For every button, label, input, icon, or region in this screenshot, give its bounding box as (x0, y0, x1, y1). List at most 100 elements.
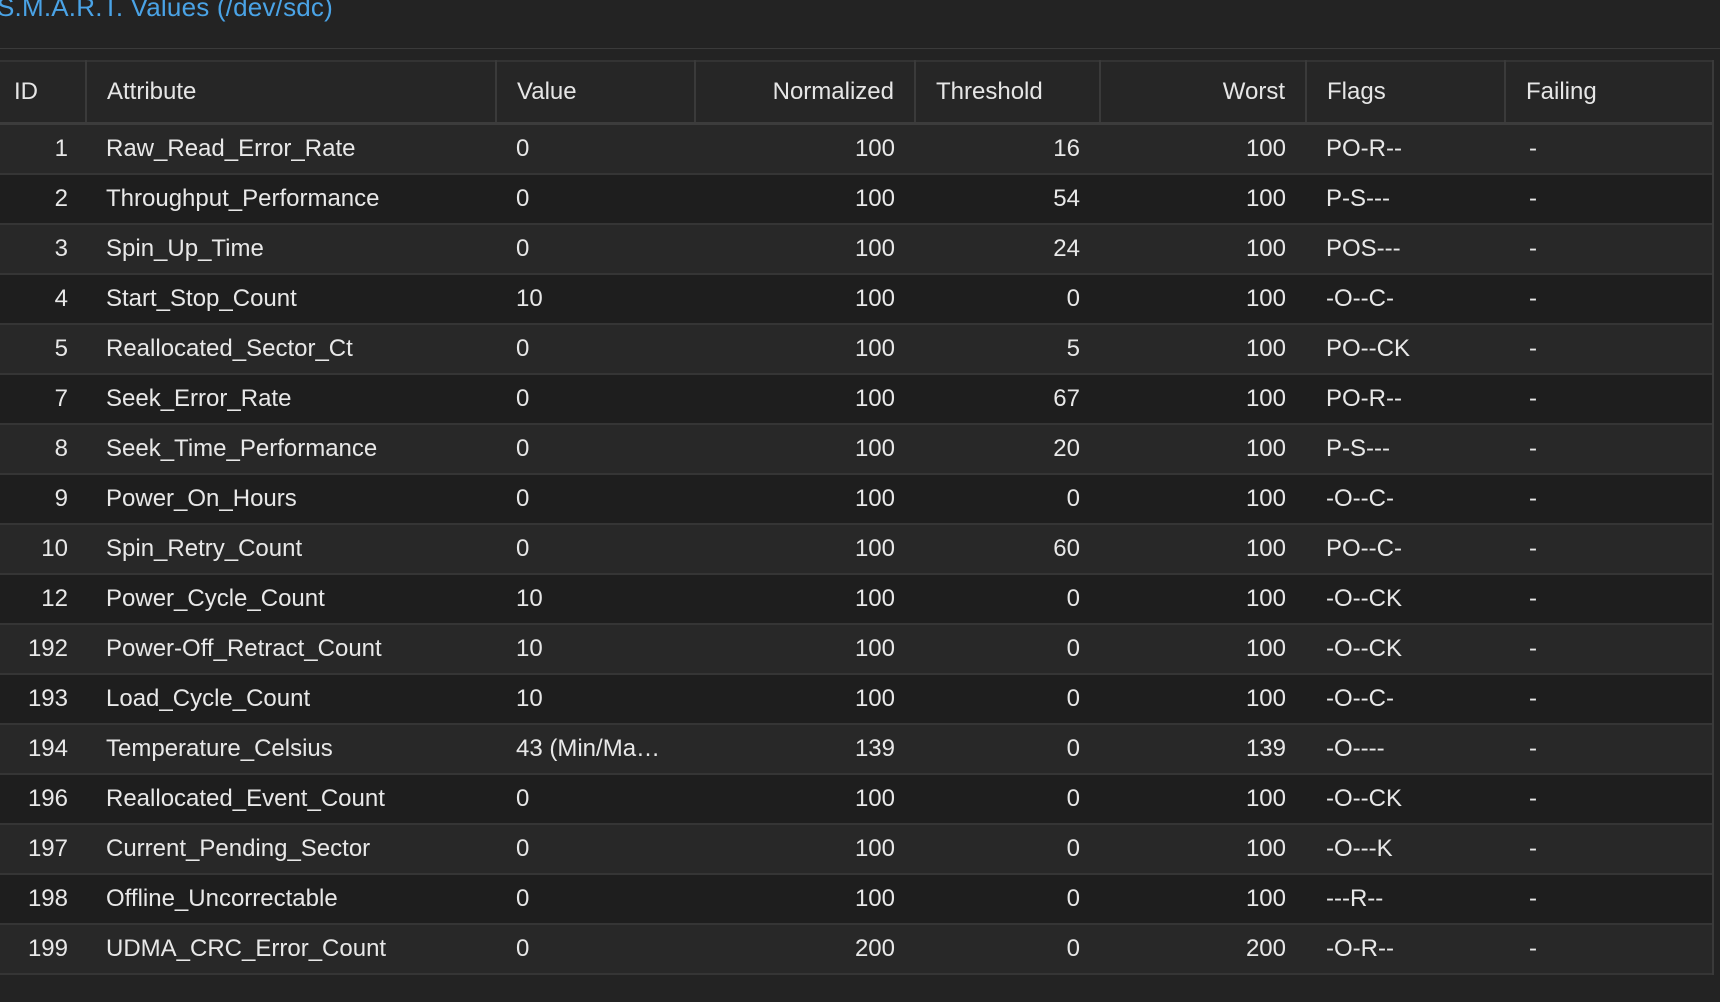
cell-value: 0 (496, 123, 695, 175)
cell-flags: -O--CK (1306, 624, 1505, 675)
cell-failing: - (1505, 574, 1712, 625)
cell-normalized: 100 (695, 474, 915, 525)
cell-normalized: 100 (695, 874, 915, 925)
table-row[interactable]: 193 Load_Cycle_Count 10 100 0 100 -O--C- - (0, 674, 1712, 725)
cell-value: 10 (496, 274, 695, 325)
cell-attribute: Throughput_Performance (86, 174, 496, 225)
table-row[interactable]: 5 Reallocated_Sector_Ct 0 100 5 100 PO--CK - (0, 324, 1712, 375)
cell-worst: 100 (1100, 374, 1306, 425)
cell-attribute: Seek_Time_Performance (86, 424, 496, 475)
cell-flags: -O--C- (1306, 674, 1505, 725)
section-title: S.M.A.R.T. Values (/dev/sdc) (0, 0, 333, 22)
table-header: ID Attribute Value Normalized Threshold … (0, 60, 1712, 125)
column-header-worst[interactable]: Worst (1100, 60, 1307, 125)
cell-value: 0 (496, 774, 695, 825)
cell-attribute: Start_Stop_Count (86, 274, 496, 325)
column-header-value[interactable]: Value (496, 60, 696, 125)
cell-attribute: Reallocated_Event_Count (86, 774, 496, 825)
cell-flags: -O--CK (1306, 774, 1505, 825)
cell-worst: 139 (1100, 724, 1306, 775)
cell-attribute: Power_On_Hours (86, 474, 496, 525)
cell-flags: POS--- (1306, 224, 1505, 275)
cell-id: 199 (0, 924, 86, 975)
cell-flags: PO--C- (1306, 524, 1505, 575)
table-row[interactable]: 10 Spin_Retry_Count 0 100 60 100 PO--C- - (0, 524, 1712, 575)
cell-worst: 200 (1100, 924, 1306, 975)
cell-failing: - (1505, 474, 1712, 525)
cell-flags: -O---- (1306, 724, 1505, 775)
cell-attribute: Load_Cycle_Count (86, 674, 496, 725)
cell-failing: - (1505, 624, 1712, 675)
cell-threshold: 67 (915, 374, 1100, 425)
column-header-flags[interactable]: Flags (1306, 60, 1506, 125)
cell-id: 9 (0, 474, 86, 525)
cell-threshold: 0 (915, 774, 1100, 825)
cell-value: 0 (496, 224, 695, 275)
table-row[interactable]: 194 Temperature_Celsius 43 (Min/Ma… 139 0 139… (0, 724, 1712, 775)
cell-attribute: Seek_Error_Rate (86, 374, 496, 425)
column-header-failing[interactable]: Failing (1505, 60, 1712, 125)
cell-failing: - (1505, 374, 1712, 425)
cell-id: 3 (0, 224, 86, 275)
cell-failing: - (1505, 424, 1712, 475)
table-row[interactable]: 8 Seek_Time_Performance 0 100 20 100 P-S--- - (0, 424, 1712, 475)
cell-failing: - (1505, 824, 1712, 875)
cell-worst: 100 (1100, 774, 1306, 825)
column-header-id[interactable]: ID (0, 60, 87, 125)
cell-normalized: 100 (695, 424, 915, 475)
cell-value: 0 (496, 524, 695, 575)
title-divider (0, 48, 1720, 49)
table-row[interactable]: 199 UDMA_CRC_Error_Count 0 200 0 200 -O-R-- - (0, 924, 1712, 975)
cell-attribute: Raw_Read_Error_Rate (86, 123, 496, 175)
cell-normalized: 100 (695, 174, 915, 225)
cell-normalized: 200 (695, 924, 915, 975)
table-row[interactable]: 2 Throughput_Performance 0 100 54 100 P-S--- - (0, 174, 1712, 225)
cell-threshold: 0 (915, 824, 1100, 875)
cell-value: 0 (496, 374, 695, 425)
cell-id: 192 (0, 624, 86, 675)
column-header-normalized[interactable]: Normalized (695, 60, 916, 125)
cell-threshold: 0 (915, 924, 1100, 975)
cell-value: 0 (496, 174, 695, 225)
table-row[interactable]: 198 Offline_Uncorrectable 0 100 0 100 ---R-- - (0, 874, 1712, 925)
cell-threshold: 24 (915, 224, 1100, 275)
cell-attribute: Spin_Up_Time (86, 224, 496, 275)
cell-normalized: 100 (695, 224, 915, 275)
cell-worst: 100 (1100, 874, 1306, 925)
cell-id: 1 (0, 123, 86, 175)
cell-id: 8 (0, 424, 86, 475)
table-row[interactable]: 9 Power_On_Hours 0 100 0 100 -O--C- - (0, 474, 1712, 525)
cell-threshold: 0 (915, 474, 1100, 525)
cell-failing: - (1505, 524, 1712, 575)
column-header-attribute[interactable]: Attribute (86, 60, 497, 125)
table-row[interactable]: 196 Reallocated_Event_Count 0 100 0 100 -O--CK… (0, 774, 1712, 825)
cell-failing: - (1505, 774, 1712, 825)
column-header-threshold[interactable]: Threshold (915, 60, 1101, 125)
cell-flags: -O---K (1306, 824, 1505, 875)
cell-id: 10 (0, 524, 86, 575)
cell-threshold: 20 (915, 424, 1100, 475)
smart-table-container[interactable]: ID Attribute Value Normalized Threshold … (0, 60, 1714, 975)
cell-value: 10 (496, 674, 695, 725)
table-row[interactable]: 4 Start_Stop_Count 10 100 0 100 -O--C- - (0, 274, 1712, 325)
table-row[interactable]: 12 Power_Cycle_Count 10 100 0 100 -O--CK - (0, 574, 1712, 625)
cell-flags: P-S--- (1306, 174, 1505, 225)
table-row[interactable]: 197 Current_Pending_Sector 0 100 0 100 -O---K - (0, 824, 1712, 875)
table-row[interactable]: 1 Raw_Read_Error_Rate 0 100 16 100 PO-R-- - (0, 123, 1712, 175)
cell-value: 0 (496, 924, 695, 975)
cell-failing: - (1505, 324, 1712, 375)
smart-attributes-table: ID Attribute Value Normalized Threshold … (0, 60, 1712, 975)
table-row[interactable]: 7 Seek_Error_Rate 0 100 67 100 PO-R-- - (0, 374, 1712, 425)
cell-attribute: UDMA_CRC_Error_Count (86, 924, 496, 975)
cell-worst: 100 (1100, 824, 1306, 875)
table-row[interactable]: 192 Power-Off_Retract_Count 10 100 0 100 -O--C… (0, 624, 1712, 675)
cell-threshold: 0 (915, 724, 1100, 775)
cell-threshold: 0 (915, 274, 1100, 325)
cell-failing: - (1505, 174, 1712, 225)
cell-value: 0 (496, 824, 695, 875)
table-row[interactable]: 3 Spin_Up_Time 0 100 24 100 POS--- - (0, 224, 1712, 275)
cell-id: 193 (0, 674, 86, 725)
cell-flags: -O-R-- (1306, 924, 1505, 975)
cell-failing: - (1505, 224, 1712, 275)
cell-threshold: 5 (915, 324, 1100, 375)
